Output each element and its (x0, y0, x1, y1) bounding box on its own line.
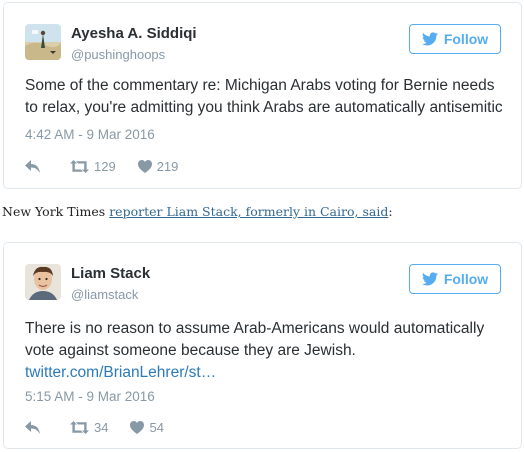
heart-icon (137, 159, 152, 173)
tweet-actions: 34 54 (25, 417, 164, 437)
like-button[interactable]: 219 (137, 158, 179, 174)
tweet-text-line: vote against someone because they are Je… (25, 342, 356, 359)
reply-icon (25, 159, 40, 173)
twitter-bird-icon (421, 272, 438, 286)
avatar[interactable] (25, 264, 61, 300)
heart-icon (130, 420, 145, 434)
retweet-icon (70, 420, 89, 434)
follow-label: Follow (443, 271, 489, 287)
like-button[interactable]: 54 (130, 419, 164, 435)
tweet-link[interactable]: twitter.com/BrianLehrer/st… (25, 364, 216, 381)
retweet-button[interactable]: 129 (70, 159, 116, 174)
article-text-suffix: : (388, 204, 393, 219)
tweet-timestamp[interactable]: 4:42 AM - 9 Mar 2016 (25, 127, 155, 142)
author-handle[interactable]: @liamstack (71, 287, 138, 302)
author-name[interactable]: Liam Stack (71, 265, 150, 282)
like-count: 54 (149, 419, 164, 435)
author-handle[interactable]: @pushinghoops (71, 47, 165, 62)
retweet-count: 129 (94, 158, 116, 174)
tweet-card-liam: Liam Stack @liamstack Follow There is no… (3, 242, 522, 449)
retweet-icon (70, 159, 89, 173)
tweet-actions: 129 219 (25, 156, 178, 176)
like-count: 219 (156, 158, 179, 174)
tweet-text: Some of the commentary re: Michigan Arab… (25, 75, 505, 119)
tweet-text-line: Some of the commentary re: Michigan Arab… (25, 77, 495, 94)
reply-button[interactable] (25, 420, 70, 434)
reply-button[interactable] (25, 159, 70, 173)
follow-button[interactable]: Follow (409, 24, 501, 54)
article-text: New York Times reporter Liam Stack, form… (2, 204, 393, 219)
retweet-button[interactable]: 34 (70, 420, 108, 435)
tweet-text-line: There is no reason to assume Arab-Americ… (25, 320, 485, 337)
article-text-prefix: New York Times (2, 204, 110, 219)
tweet-text: There is no reason to assume Arab-Americ… (25, 318, 505, 384)
follow-button[interactable]: Follow (409, 264, 501, 294)
follow-label: Follow (443, 31, 489, 47)
avatar[interactable] (25, 24, 61, 60)
article-link[interactable]: reporter Liam Stack, formerly in Cairo, … (109, 204, 388, 219)
author-name[interactable]: Ayesha A. Siddiqi (71, 25, 197, 42)
tweet-text-line: to relax, you're admitting you think Ara… (25, 99, 503, 116)
reply-icon (25, 420, 40, 434)
tweet-timestamp[interactable]: 5:15 AM - 9 Mar 2016 (25, 389, 155, 404)
twitter-bird-icon (421, 32, 438, 46)
retweet-count: 34 (94, 419, 109, 435)
tweet-card-ayesha: Ayesha A. Siddiqi @pushinghoops Follow S… (3, 2, 522, 189)
